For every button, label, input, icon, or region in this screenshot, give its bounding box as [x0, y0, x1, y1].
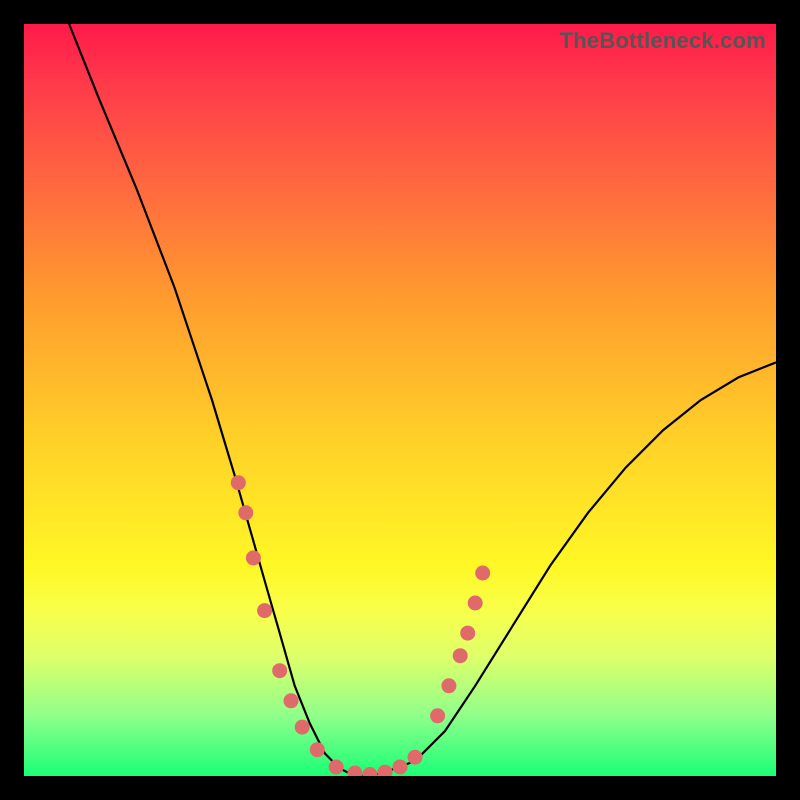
curve-marker [231, 475, 246, 490]
curve-marker [246, 550, 261, 565]
curve-marker [329, 760, 344, 775]
curve-marker [475, 566, 490, 581]
curve-marker [460, 626, 475, 641]
curve-marker [310, 742, 325, 757]
curve-marker [378, 765, 393, 776]
curve-marker [362, 767, 377, 776]
curve-markers [231, 475, 490, 776]
curve-marker [284, 693, 299, 708]
curve-marker [408, 750, 423, 765]
curve-marker [453, 648, 468, 663]
curve-marker [441, 678, 456, 693]
curve-marker [295, 720, 310, 735]
curve-marker [468, 596, 483, 611]
curve-marker [238, 505, 253, 520]
curve-marker [347, 766, 362, 777]
curve-marker [272, 663, 287, 678]
chart-svg [24, 24, 776, 776]
bottleneck-curve [69, 24, 776, 776]
curve-marker [393, 760, 408, 775]
curve-marker [257, 603, 272, 618]
plot-area: TheBottleneck.com [24, 24, 776, 776]
curve-marker [430, 708, 445, 723]
